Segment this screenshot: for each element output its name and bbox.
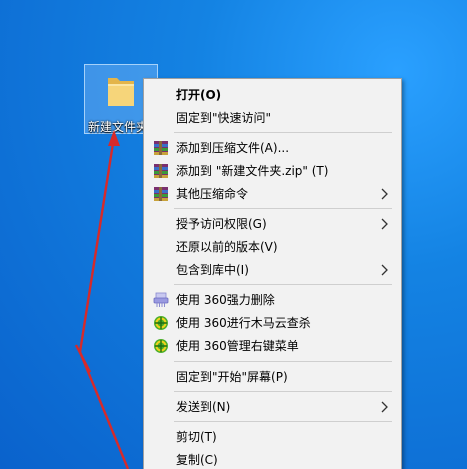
menu-item-other-compress[interactable]: 其他压缩命令: [147, 183, 398, 205]
menu-separator: [174, 391, 392, 392]
menu-separator: [174, 284, 392, 285]
menu-item-360-delete[interactable]: 使用 360强力删除: [147, 289, 398, 311]
chevron-right-icon: [381, 264, 388, 276]
context-menu: 打开(O) 固定到"快速访问" 添加到压缩文件(A)... 添加到 "新建文件夹…: [143, 78, 402, 469]
360-logo-icon: [154, 339, 168, 353]
menu-separator: [174, 421, 392, 422]
menu-separator: [174, 361, 392, 362]
menu-item-send-to[interactable]: 发送到(N): [147, 396, 398, 418]
menu-item-360-manage[interactable]: 使用 360管理右键菜单: [147, 335, 398, 357]
menu-item-360-scan[interactable]: 使用 360进行木马云查杀: [147, 312, 398, 334]
menu-item-label: 其他压缩命令: [176, 187, 249, 201]
menu-item-label: 使用 360进行木马云查杀: [176, 316, 311, 330]
menu-item-open[interactable]: 打开(O): [147, 84, 398, 106]
menu-item-label: 授予访问权限(G): [176, 217, 267, 231]
menu-item-label: 固定到"快速访问": [176, 111, 272, 125]
menu-item-label: 打开(O): [176, 88, 222, 102]
menu-separator: [174, 132, 392, 133]
menu-item-pin-quick-access[interactable]: 固定到"快速访问": [147, 107, 398, 129]
menu-item-label: 使用 360强力删除: [176, 293, 275, 307]
menu-item-label: 使用 360管理右键菜单: [176, 339, 299, 353]
menu-item-grant-access[interactable]: 授予访问权限(G): [147, 213, 398, 235]
menu-separator: [174, 208, 392, 209]
menu-item-include-library[interactable]: 包含到库中(I): [147, 259, 398, 281]
menu-item-restore-versions[interactable]: 还原以前的版本(V): [147, 236, 398, 258]
menu-item-label: 还原以前的版本(V): [176, 240, 278, 254]
menu-item-copy[interactable]: 复制(C): [147, 449, 398, 469]
menu-item-label: 复制(C): [176, 453, 218, 467]
menu-item-label: 固定到"开始"屏幕(P): [176, 370, 288, 384]
chevron-right-icon: [381, 401, 388, 413]
chevron-right-icon: [381, 188, 388, 200]
menu-item-label: 包含到库中(I): [176, 263, 249, 277]
menu-item-label: 添加到 "新建文件夹.zip" (T): [176, 164, 329, 178]
folder-icon: [108, 78, 134, 106]
shredder-icon: [153, 292, 169, 307]
menu-item-add-to-archive[interactable]: 添加到压缩文件(A)...: [147, 137, 398, 159]
menu-item-cut[interactable]: 剪切(T): [147, 426, 398, 448]
menu-item-add-to-zip[interactable]: 添加到 "新建文件夹.zip" (T): [147, 160, 398, 182]
menu-item-label: 发送到(N): [176, 400, 231, 414]
360-logo-icon: [154, 316, 168, 330]
menu-item-label: 剪切(T): [176, 430, 217, 444]
chevron-right-icon: [381, 218, 388, 230]
winrar-icon: [154, 141, 168, 155]
winrar-icon: [154, 164, 168, 178]
winrar-icon: [154, 187, 168, 201]
menu-item-label: 添加到压缩文件(A)...: [176, 141, 290, 155]
menu-item-pin-start[interactable]: 固定到"开始"屏幕(P): [147, 366, 398, 388]
